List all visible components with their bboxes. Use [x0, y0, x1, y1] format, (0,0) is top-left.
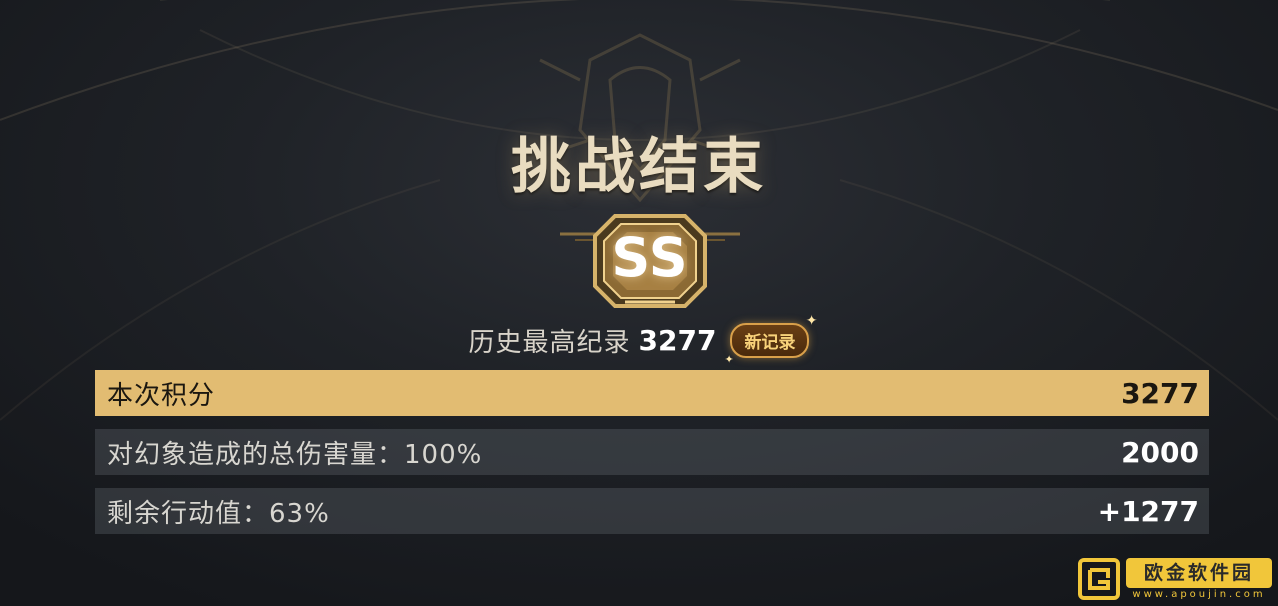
score-row-total: 本次积分 3277	[95, 370, 1209, 416]
watermark-url: www.apoujin.com	[1132, 589, 1266, 600]
score-row-action: 剩余行动值：63% +1277	[95, 488, 1209, 534]
sparkle-icon: ✦	[805, 313, 818, 329]
score-row-value: 2000	[1121, 435, 1199, 469]
score-table: 本次积分 3277 对幻象造成的总伤害量：100% 2000 剩余行动值：63%…	[95, 370, 1209, 547]
history-record: 历史最高纪录 3277 新记录 ✦ ✦	[0, 313, 1278, 366]
sparkle-icon: ✦	[724, 353, 734, 366]
new-record-badge: 新记录 ✦ ✦	[724, 313, 817, 366]
rank-grade: SS	[611, 226, 689, 289]
watermark-title: 欧金软件园	[1126, 558, 1272, 588]
record-value: 3277	[638, 324, 717, 357]
record-label: 历史最高纪录	[468, 328, 631, 358]
page-title: 挑战结束	[511, 132, 767, 202]
score-row-value: 3277	[1121, 376, 1199, 410]
square-logo-icon	[1078, 558, 1120, 600]
score-row-label: 剩余行动值：63%	[107, 498, 330, 529]
score-row-value: +1277	[1097, 494, 1199, 528]
watermark: 欧金软件园 www.apoujin.com	[1078, 556, 1274, 602]
score-row-label: 本次积分	[107, 380, 216, 411]
new-record-label: 新记录	[744, 333, 796, 353]
score-row-label: 对幻象造成的总伤害量：100%	[107, 439, 483, 470]
score-row-damage: 对幻象造成的总伤害量：100% 2000	[95, 429, 1209, 475]
